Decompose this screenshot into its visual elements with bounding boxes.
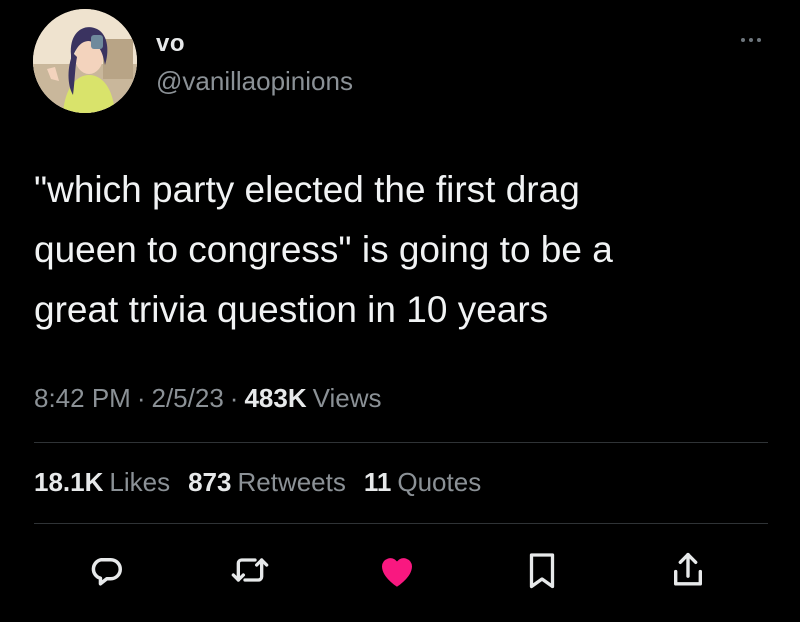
quotes-stat[interactable]: 11 Quotes: [364, 467, 481, 497]
bookmark-icon: [529, 553, 555, 589]
bookmark-button[interactable]: [522, 550, 562, 590]
reply-button[interactable]: [86, 550, 126, 590]
likes-count: 18.1K: [34, 467, 104, 497]
retweet-icon: [231, 558, 269, 582]
tweet-card: vo @vanillaopinions "which party elected…: [0, 0, 800, 622]
divider: [34, 523, 768, 524]
more-options-button[interactable]: [733, 30, 769, 50]
divider: [34, 442, 768, 443]
avatar-image: [33, 9, 137, 113]
retweet-button[interactable]: [230, 550, 270, 590]
views-label: Views: [312, 383, 382, 413]
quotes-label: Quotes: [397, 467, 482, 497]
avatar[interactable]: [33, 9, 137, 113]
retweets-label: Retweets: [237, 467, 346, 497]
quotes-count: 11: [363, 467, 392, 497]
meta-separator: ·: [229, 383, 239, 413]
meta-separator: ·: [136, 383, 146, 413]
display-name[interactable]: vo: [156, 30, 185, 58]
user-handle[interactable]: @vanillaopinions: [156, 66, 353, 97]
reply-icon: [91, 557, 122, 586]
tweet-date[interactable]: 2/5/23: [152, 383, 224, 413]
likes-label: Likes: [109, 467, 171, 497]
engagement-stats: 18.1K Likes 873 Retweets 11 Quotes: [34, 467, 499, 498]
more-dot: [757, 38, 761, 42]
tweet-time[interactable]: 8:42 PM: [34, 383, 131, 413]
heart-icon: [382, 558, 412, 587]
more-dot: [741, 38, 745, 42]
views-count: 483K: [244, 383, 307, 413]
share-button[interactable]: [668, 550, 708, 590]
share-icon: [674, 552, 702, 586]
tweet-text: "which party elected the first drag quee…: [34, 169, 613, 330]
likes-stat[interactable]: 18.1K Likes: [34, 467, 170, 497]
action-bar: [0, 540, 800, 600]
retweets-stat[interactable]: 873 Retweets: [188, 467, 346, 497]
retweets-count: 873: [188, 467, 232, 497]
like-button[interactable]: [377, 550, 417, 590]
tweet-meta: 8:42 PM · 2/5/23 · 483K Views: [34, 383, 382, 414]
more-dot: [749, 38, 753, 42]
